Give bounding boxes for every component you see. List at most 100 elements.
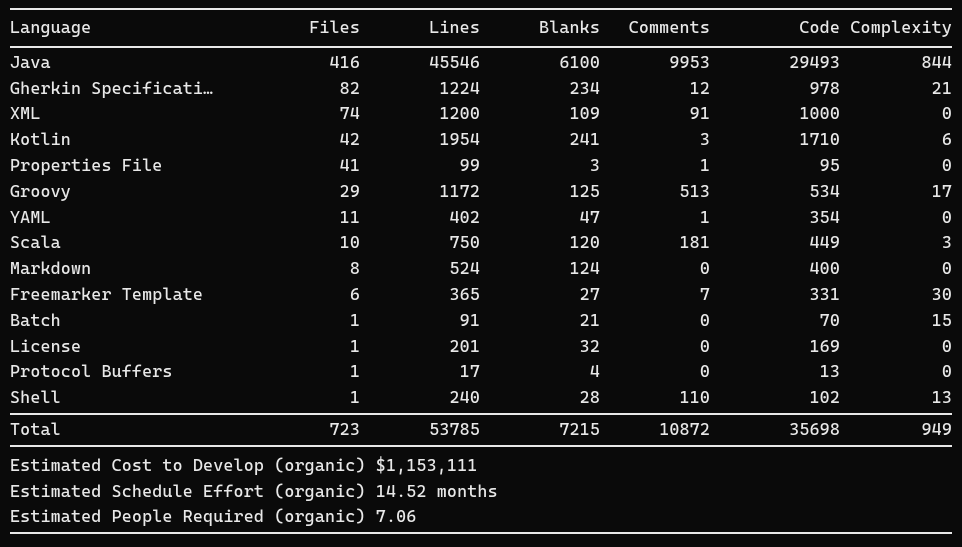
total-comments: 10872 (600, 417, 710, 443)
cell-lines: 17 (360, 359, 480, 385)
cell-lines: 99 (360, 153, 480, 179)
cell-lines: 524 (360, 256, 480, 282)
table-row: Gherkin Specificati…8212242341297821 (10, 76, 952, 102)
cell-code: 70 (710, 308, 840, 334)
table-row: XML7412001099110000 (10, 101, 952, 127)
cell-lines: 45546 (360, 50, 480, 76)
col-files: Files (240, 12, 360, 44)
cell-files: 29 (240, 179, 360, 205)
cell-comments: 12 (600, 76, 710, 102)
cell-files: 11 (240, 205, 360, 231)
stats-table: Language Files Lines Blanks Comments Cod… (10, 12, 952, 44)
estimate-people: Estimated People Required (organic) 7.06 (10, 504, 952, 530)
cell-comments: 0 (600, 359, 710, 385)
table-row: Java416455466100995329493844 (10, 50, 952, 76)
cell-language: Properties File (10, 153, 240, 179)
cell-files: 82 (240, 76, 360, 102)
estimate-cost: Estimated Cost to Develop (organic) $1,1… (10, 453, 952, 479)
cell-files: 41 (240, 153, 360, 179)
cell-complexity: 13 (840, 385, 952, 411)
header-rule (10, 46, 952, 48)
table-row: Markdown852412404000 (10, 256, 952, 282)
cell-comments: 0 (600, 256, 710, 282)
cell-lines: 1200 (360, 101, 480, 127)
cell-lines: 1954 (360, 127, 480, 153)
cell-comments: 0 (600, 334, 710, 360)
cell-lines: 750 (360, 230, 480, 256)
cell-comments: 9953 (600, 50, 710, 76)
cell-language: Kotlin (10, 127, 240, 153)
cell-language: Groovy (10, 179, 240, 205)
cell-files: 42 (240, 127, 360, 153)
cell-language: Shell (10, 385, 240, 411)
col-lines: Lines (360, 12, 480, 44)
cell-comments: 513 (600, 179, 710, 205)
cell-files: 416 (240, 50, 360, 76)
estimate-schedule: Estimated Schedule Effort (organic) 14.5… (10, 479, 952, 505)
stats-total: Total 723 53785 7215 10872 35698 949 (10, 417, 952, 443)
col-comments: Comments (600, 12, 710, 44)
cell-blanks: 27 (480, 282, 600, 308)
total-complexity: 949 (840, 417, 952, 443)
cell-blanks: 47 (480, 205, 600, 231)
cell-blanks: 32 (480, 334, 600, 360)
cell-language: YAML (10, 205, 240, 231)
cell-code: 354 (710, 205, 840, 231)
cell-blanks: 109 (480, 101, 600, 127)
cell-complexity: 21 (840, 76, 952, 102)
table-row: Properties File419931950 (10, 153, 952, 179)
cell-language: Protocol Buffers (10, 359, 240, 385)
table-row: License12013201690 (10, 334, 952, 360)
cell-comments: 1 (600, 205, 710, 231)
cell-code: 13 (710, 359, 840, 385)
cell-files: 10 (240, 230, 360, 256)
cell-lines: 1224 (360, 76, 480, 102)
cell-blanks: 124 (480, 256, 600, 282)
cell-complexity: 6 (840, 127, 952, 153)
total-rule-top (10, 413, 952, 415)
cell-code: 102 (710, 385, 840, 411)
cell-comments: 0 (600, 308, 710, 334)
cell-files: 1 (240, 334, 360, 360)
cell-comments: 1 (600, 153, 710, 179)
cell-code: 534 (710, 179, 840, 205)
table-row: Protocol Buffers11740130 (10, 359, 952, 385)
cell-code: 331 (710, 282, 840, 308)
col-language: Language (10, 12, 240, 44)
total-code: 35698 (710, 417, 840, 443)
header-row: Language Files Lines Blanks Comments Cod… (10, 12, 952, 44)
cell-code: 29493 (710, 50, 840, 76)
cell-files: 8 (240, 256, 360, 282)
cell-complexity: 0 (840, 256, 952, 282)
cell-comments: 3 (600, 127, 710, 153)
cell-language: Gherkin Specificati… (10, 76, 240, 102)
cell-blanks: 125 (480, 179, 600, 205)
cell-files: 1 (240, 359, 360, 385)
cell-language: XML (10, 101, 240, 127)
cell-language: Java (10, 50, 240, 76)
cell-blanks: 6100 (480, 50, 600, 76)
total-files: 723 (240, 417, 360, 443)
cell-complexity: 0 (840, 334, 952, 360)
cell-lines: 402 (360, 205, 480, 231)
cell-code: 1000 (710, 101, 840, 127)
cell-lines: 91 (360, 308, 480, 334)
table-row: Shell12402811010213 (10, 385, 952, 411)
cell-complexity: 0 (840, 101, 952, 127)
cell-blanks: 3 (480, 153, 600, 179)
cell-comments: 91 (600, 101, 710, 127)
cell-lines: 240 (360, 385, 480, 411)
bottom-rule (10, 532, 952, 534)
total-label: Total (10, 417, 240, 443)
top-rule (10, 8, 952, 10)
col-complexity: Complexity (840, 12, 952, 44)
cell-blanks: 241 (480, 127, 600, 153)
cell-language: Freemarker Template (10, 282, 240, 308)
cell-complexity: 0 (840, 205, 952, 231)
cell-lines: 365 (360, 282, 480, 308)
table-row: Freemarker Template636527733130 (10, 282, 952, 308)
table-row: Kotlin421954241317106 (10, 127, 952, 153)
cell-blanks: 28 (480, 385, 600, 411)
cell-comments: 110 (600, 385, 710, 411)
cell-language: Batch (10, 308, 240, 334)
